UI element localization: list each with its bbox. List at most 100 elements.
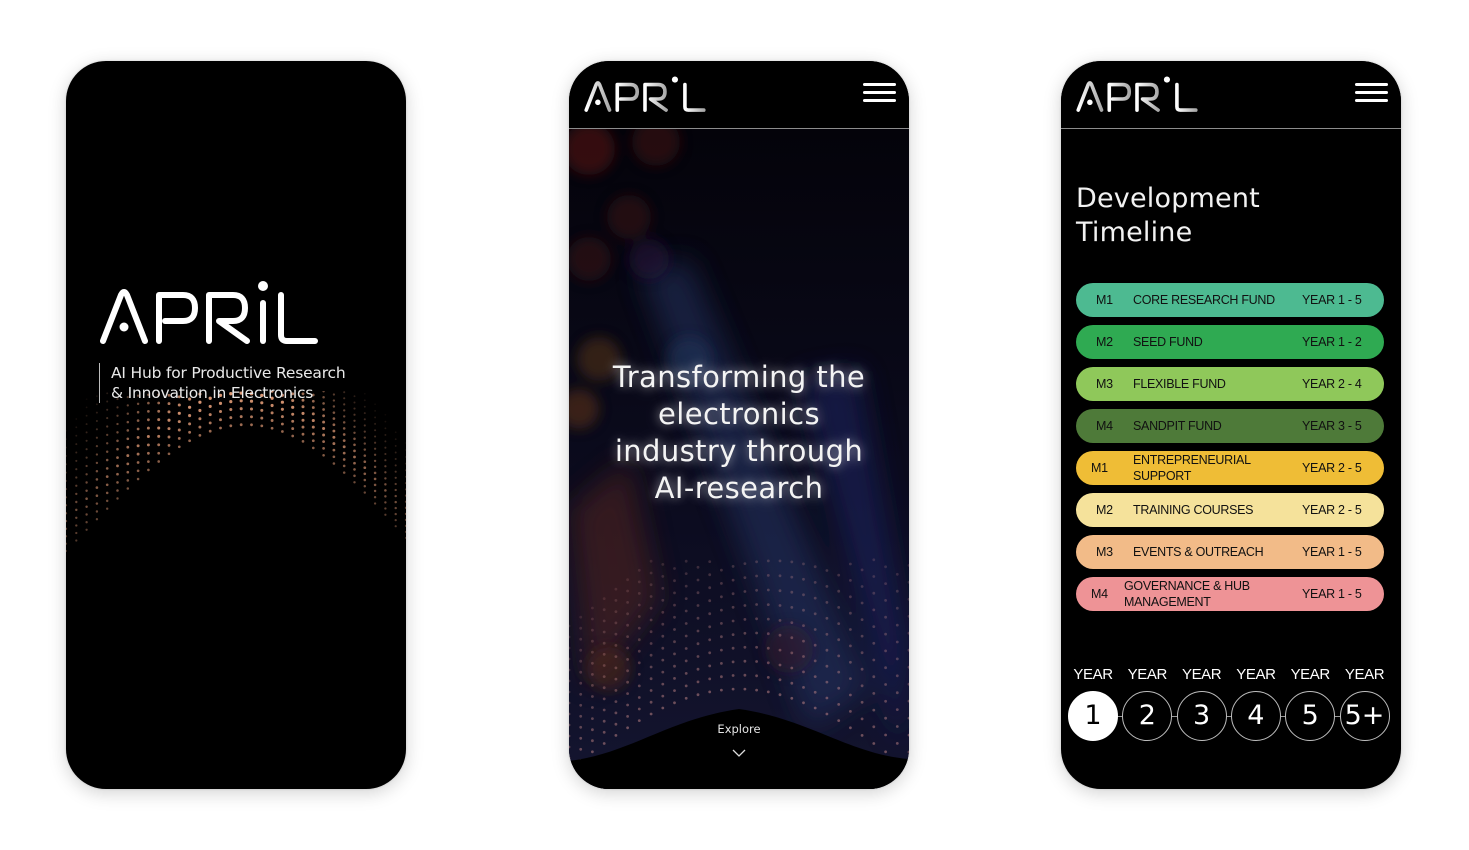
wave-dot bbox=[322, 440, 325, 443]
wave-dot bbox=[673, 591, 676, 595]
wave-dot bbox=[75, 459, 78, 462]
wave-dot bbox=[790, 560, 794, 564]
wave-dot bbox=[405, 469, 406, 472]
wave-dot bbox=[116, 414, 119, 417]
timeline-item[interactable]: M4 SANDPIT FUND YEAR 3 - 5 bbox=[1076, 409, 1384, 443]
wave-dot bbox=[649, 559, 653, 563]
wave-dot bbox=[342, 451, 346, 455]
timeline-item-code: M2 bbox=[1096, 503, 1113, 517]
year-step-5[interactable]: 5 bbox=[1285, 691, 1336, 741]
wave-dot bbox=[614, 666, 618, 670]
wave-dot bbox=[374, 422, 377, 425]
wave-dot bbox=[136, 435, 140, 439]
wave-dot bbox=[394, 470, 397, 473]
wave-dot bbox=[755, 603, 758, 606]
april-logo[interactable]: APRIL bbox=[1076, 75, 1198, 113]
april-logo[interactable]: APRIL bbox=[584, 75, 706, 113]
timeline-item[interactable]: M1 CORE RESEARCH FUND YEAR 1 - 5 bbox=[1076, 283, 1384, 317]
wave-dot bbox=[373, 447, 377, 450]
wave-dot bbox=[229, 407, 233, 412]
wave-dot bbox=[602, 675, 606, 678]
wave-dot bbox=[219, 418, 222, 422]
wave-dot bbox=[591, 684, 594, 687]
wave-dot bbox=[353, 461, 356, 465]
wave-dot bbox=[353, 401, 356, 404]
wave-dot bbox=[860, 667, 864, 671]
wave-dot bbox=[394, 518, 397, 522]
timeline-item-years: YEAR 1 - 5 bbox=[1302, 545, 1362, 559]
wave-dot bbox=[126, 470, 130, 474]
wave-dot bbox=[731, 578, 735, 582]
wave-dot bbox=[75, 539, 78, 542]
timeline-item[interactable]: M3 FLEXIBLE FUND YEAR 2 - 4 bbox=[1076, 367, 1384, 401]
year-step-5-plus[interactable]: 5+ bbox=[1339, 691, 1390, 741]
wave-dot bbox=[766, 588, 770, 592]
wave-dot bbox=[743, 673, 747, 677]
wave-dot bbox=[167, 452, 171, 456]
wave-dot bbox=[394, 438, 397, 441]
year-step-3[interactable]: 3 bbox=[1176, 691, 1227, 741]
timeline-item[interactable]: M3 EVENTS & OUTREACH YEAR 1 - 5 bbox=[1076, 535, 1384, 569]
chevron-down-icon[interactable] bbox=[732, 749, 746, 758]
wave-dot bbox=[353, 455, 356, 459]
timeline-item-code: M1 bbox=[1096, 293, 1113, 307]
year-step-2[interactable]: 2 bbox=[1122, 691, 1173, 741]
timeline-item-years: YEAR 1 - 5 bbox=[1302, 587, 1362, 601]
wave-dot bbox=[837, 638, 841, 642]
wave-dot bbox=[373, 477, 377, 481]
wave-dot bbox=[813, 659, 817, 663]
explore-button[interactable]: Explore bbox=[569, 722, 909, 736]
wave-dot bbox=[384, 420, 387, 423]
wave-dot bbox=[696, 680, 700, 684]
wave-dot bbox=[884, 683, 887, 686]
wave-dot bbox=[755, 574, 758, 578]
wave-dot bbox=[778, 559, 782, 563]
wave-dot bbox=[626, 578, 629, 582]
wave-dot bbox=[363, 424, 366, 427]
timeline-item[interactable]: M2 TRAINING COURSES YEAR 2 - 5 bbox=[1076, 493, 1384, 527]
wave-dot bbox=[322, 408, 325, 411]
wave-dot bbox=[708, 612, 712, 616]
wave-dot bbox=[75, 443, 78, 446]
wave-dot bbox=[384, 413, 387, 416]
wave-dot bbox=[895, 572, 899, 576]
year-step-1[interactable]: 1 bbox=[1068, 691, 1118, 741]
wave-dot bbox=[684, 684, 688, 688]
wave-dot bbox=[591, 606, 594, 610]
wave-dot bbox=[591, 673, 594, 676]
wave-dot bbox=[95, 518, 99, 521]
wave-dot bbox=[363, 430, 366, 433]
wave-dot bbox=[766, 676, 770, 679]
year-step-4[interactable]: 4 bbox=[1230, 691, 1281, 741]
wave-dot bbox=[837, 573, 841, 577]
wave-dot bbox=[766, 603, 770, 606]
wave-dot bbox=[649, 642, 653, 645]
timeline-item[interactable]: M4 GOVERNANCE & HUB MANAGEMENT YEAR 1 - 5 bbox=[1076, 577, 1384, 611]
wave-dot bbox=[353, 443, 356, 447]
menu-icon[interactable] bbox=[1355, 83, 1388, 105]
wave-dot bbox=[95, 510, 99, 513]
wave-dot bbox=[157, 409, 161, 413]
wave-dot bbox=[731, 565, 735, 568]
timeline-item[interactable]: M1 ENTREPRENEURIAL SUPPORT YEAR 2 - 5 bbox=[1076, 451, 1384, 485]
wave-dot bbox=[343, 409, 346, 412]
wave-dot bbox=[895, 606, 899, 610]
dot-wave-graphic bbox=[66, 391, 406, 553]
wave-dot bbox=[684, 647, 688, 650]
menu-icon[interactable] bbox=[863, 83, 896, 105]
timeline-item-years: YEAR 2 - 5 bbox=[1302, 503, 1362, 517]
wave-dot bbox=[157, 418, 161, 422]
timeline-item[interactable]: M2 SEED FUND YEAR 1 - 2 bbox=[1076, 325, 1384, 359]
wave-dot bbox=[363, 392, 366, 395]
wave-dot bbox=[405, 462, 406, 465]
wave-dot bbox=[708, 599, 712, 603]
wave-dot bbox=[813, 690, 817, 694]
wave-dot bbox=[384, 465, 387, 468]
wave-dot bbox=[405, 449, 406, 451]
wave-dot bbox=[766, 690, 770, 694]
wave-dot bbox=[291, 412, 295, 416]
wave-dot bbox=[684, 634, 688, 638]
wave-dot bbox=[373, 483, 377, 487]
wave-dot bbox=[708, 677, 712, 681]
wave-dot bbox=[260, 416, 264, 420]
